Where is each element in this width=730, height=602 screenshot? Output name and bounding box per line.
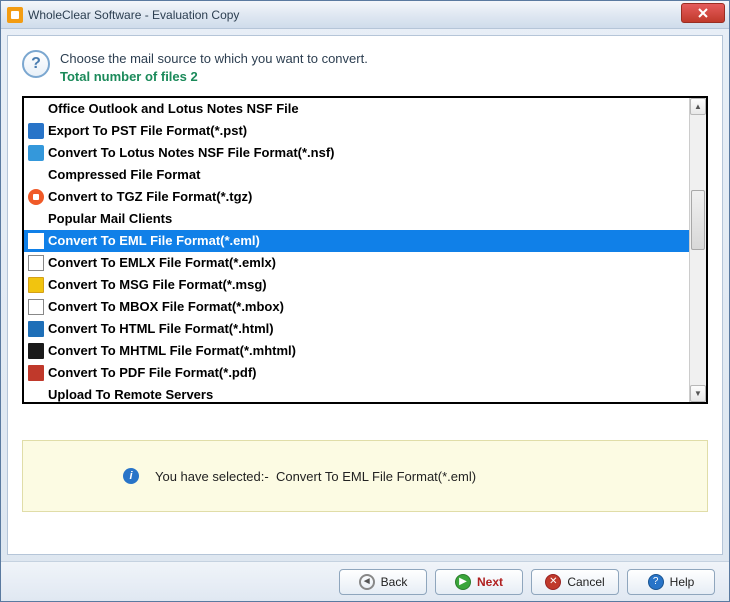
list-category-header: Compressed File Format xyxy=(24,164,689,186)
status-panel: i You have selected:- Convert To EML Fil… xyxy=(22,440,708,512)
info-icon: i xyxy=(123,468,139,484)
format-list-container: Office Outlook and Lotus Notes NSF File E… xyxy=(22,96,708,404)
pst-icon xyxy=(28,123,44,139)
list-item-label: Convert to TGZ File Format(*.tgz) xyxy=(48,189,252,204)
tgz-icon xyxy=(28,189,44,205)
content-panel: ? Choose the mail source to which you wa… xyxy=(7,35,723,555)
scrollbar[interactable]: ▲ ▼ xyxy=(689,98,706,402)
back-arrow-icon: ◄ xyxy=(359,574,375,590)
list-item-label: Convert To EML File Format(*.eml) xyxy=(48,233,260,248)
nsf-icon xyxy=(28,145,44,161)
next-arrow-icon: ▶ xyxy=(455,574,471,590)
instruction-line: Choose the mail source to which you want… xyxy=(60,50,368,68)
window-title: WholeClear Software - Evaluation Copy xyxy=(28,8,239,22)
close-button[interactable] xyxy=(681,3,725,23)
list-item[interactable]: Convert To MBOX File Format(*.mbox) xyxy=(24,296,689,318)
category-label: Office Outlook and Lotus Notes NSF File xyxy=(28,101,299,116)
list-item-label: Convert To PDF File Format(*.pdf) xyxy=(48,365,256,380)
list-item[interactable]: Convert To PDF File Format(*.pdf) xyxy=(24,362,689,384)
help-icon: ? xyxy=(648,574,664,590)
mbox-icon xyxy=(28,299,44,315)
question-icon: ? xyxy=(22,50,50,78)
html-icon xyxy=(28,321,44,337)
titlebar: WholeClear Software - Evaluation Copy xyxy=(1,1,729,29)
app-icon xyxy=(7,7,23,23)
list-item[interactable]: Convert To EMLX File Format(*.emlx) xyxy=(24,252,689,274)
scroll-track[interactable] xyxy=(690,115,706,385)
list-category-header: Popular Mail Clients xyxy=(24,208,689,230)
list-item-label: Convert To MHTML File Format(*.mhtml) xyxy=(48,343,296,358)
cancel-button[interactable]: ✕ Cancel xyxy=(531,569,619,595)
next-button[interactable]: ▶ Next xyxy=(435,569,523,595)
list-item[interactable]: Convert To MHTML File Format(*.mhtml) xyxy=(24,340,689,362)
msg-icon xyxy=(28,277,44,293)
scroll-up-button[interactable]: ▲ xyxy=(690,98,706,115)
button-bar: ◄ Back ▶ Next ✕ Cancel ? Help xyxy=(1,561,729,601)
scroll-down-button[interactable]: ▼ xyxy=(690,385,706,402)
instruction-header: ? Choose the mail source to which you wa… xyxy=(22,46,708,86)
list-item-label: Convert To Lotus Notes NSF File Format(*… xyxy=(48,145,335,160)
list-item-label: Convert To MBOX File Format(*.mbox) xyxy=(48,299,284,314)
help-button[interactable]: ? Help xyxy=(627,569,715,595)
list-item-label: Convert To MSG File Format(*.msg) xyxy=(48,277,267,292)
pdf-icon xyxy=(28,365,44,381)
total-files-label: Total number of files 2 xyxy=(60,68,368,86)
list-item-label: Export To PST File Format(*.pst) xyxy=(48,123,247,138)
mhtml-icon xyxy=(28,343,44,359)
eml-icon xyxy=(28,233,44,249)
category-label: Compressed File Format xyxy=(28,167,200,182)
format-list[interactable]: Office Outlook and Lotus Notes NSF File E… xyxy=(24,98,689,402)
emlx-icon xyxy=(28,255,44,271)
scroll-thumb[interactable] xyxy=(691,190,705,250)
cancel-icon: ✕ xyxy=(545,574,561,590)
status-text: You have selected:- Convert To EML File … xyxy=(155,469,476,484)
list-item-label: Convert To EMLX File Format(*.emlx) xyxy=(48,255,276,270)
list-item[interactable]: Convert To Lotus Notes NSF File Format(*… xyxy=(24,142,689,164)
category-label: Upload To Remote Servers xyxy=(28,387,213,402)
list-item[interactable]: Convert To HTML File Format(*.html) xyxy=(24,318,689,340)
list-item[interactable]: Convert To MSG File Format(*.msg) xyxy=(24,274,689,296)
app-window: WholeClear Software - Evaluation Copy ? … xyxy=(0,0,730,602)
list-item[interactable]: Convert To EML File Format(*.eml) xyxy=(24,230,689,252)
close-icon xyxy=(698,8,708,18)
list-item[interactable]: Convert to TGZ File Format(*.tgz) xyxy=(24,186,689,208)
list-category-header: Upload To Remote Servers xyxy=(24,384,689,402)
list-item[interactable]: Export To PST File Format(*.pst) xyxy=(24,120,689,142)
category-label: Popular Mail Clients xyxy=(28,211,172,226)
instruction-text: Choose the mail source to which you want… xyxy=(60,50,368,86)
list-item-label: Convert To HTML File Format(*.html) xyxy=(48,321,274,336)
back-button[interactable]: ◄ Back xyxy=(339,569,427,595)
list-category-header: Office Outlook and Lotus Notes NSF File xyxy=(24,98,689,120)
